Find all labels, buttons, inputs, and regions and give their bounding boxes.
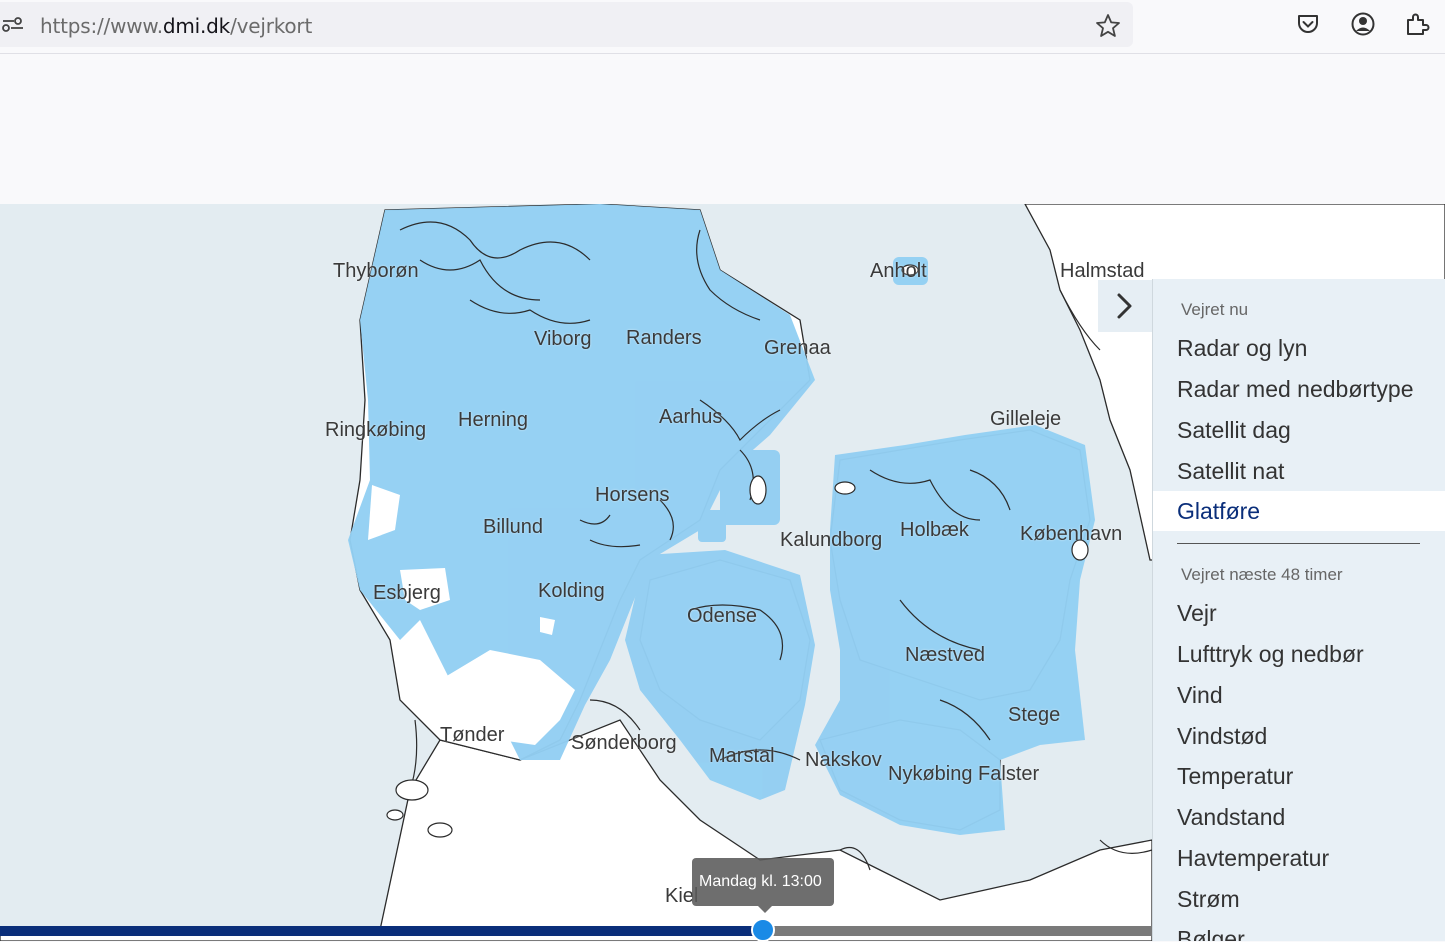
layer-menu-panel: Vejret nu Radar og lyn Radar med nedbørt…: [1152, 279, 1445, 941]
city-label: Grenaa: [764, 337, 831, 359]
bookmark-star-icon[interactable]: [1094, 12, 1122, 40]
account-icon[interactable]: [1350, 11, 1376, 37]
city-label: Marstal: [709, 745, 775, 767]
menu-item-vindstod[interactable]: Vindstød: [1153, 716, 1445, 756]
city-label: København: [1020, 523, 1123, 545]
timeline-progress: [0, 926, 763, 936]
city-label: Herning: [458, 409, 529, 431]
menu-item-havtemperatur[interactable]: Havtemperatur: [1153, 838, 1445, 878]
city-label: Billund: [483, 516, 544, 538]
section-label-next-48h: Vejret næste 48 timer: [1181, 565, 1343, 584]
menu-item-satellit-dag[interactable]: Satellit dag: [1153, 410, 1445, 450]
city-label: Aarhus: [659, 406, 723, 428]
url-bar[interactable]: https://www.dmi.dk/vejrkort: [0, 2, 1133, 47]
page-header-area: [0, 55, 1445, 204]
url-path: /vejrkort: [230, 14, 313, 38]
extensions-icon[interactable]: [1404, 11, 1430, 37]
url-text[interactable]: https://www.dmi.dk/vejrkort: [40, 14, 312, 38]
city-label: Nakskov: [805, 749, 882, 771]
pocket-icon[interactable]: [1295, 11, 1321, 37]
menu-item-glatfore[interactable]: Glatføre: [1153, 491, 1445, 531]
city-label: Anholt: [870, 260, 927, 282]
menu-item-vejr[interactable]: Vejr: [1153, 593, 1445, 633]
menu-item-vind[interactable]: Vind: [1153, 675, 1445, 715]
panel-toggle-button[interactable]: [1098, 280, 1152, 332]
city-label: Odense: [687, 605, 758, 627]
url-prefix: https://www.: [40, 14, 163, 38]
city-label: Holbæk: [900, 519, 969, 541]
url-host: dmi.dk: [162, 14, 231, 38]
city-label: Tønder: [440, 724, 505, 746]
menu-item-vandstand[interactable]: Vandstand: [1153, 797, 1445, 837]
menu-item-satellit-nat[interactable]: Satellit nat: [1153, 451, 1445, 491]
city-label: Stege: [1008, 704, 1061, 726]
city-label: Kolding: [538, 580, 605, 602]
menu-item-radar-og-lyn[interactable]: Radar og lyn: [1153, 328, 1445, 368]
menu-item-bolger[interactable]: Bølger: [1153, 919, 1445, 941]
browser-toolbar: https://www.dmi.dk/vejrkort: [0, 0, 1445, 54]
city-label: Ringkøbing: [325, 419, 427, 441]
city-label: Kalundborg: [780, 529, 883, 551]
city-label: Næstved: [905, 644, 986, 666]
menu-item-temperatur[interactable]: Temperatur: [1153, 756, 1445, 796]
city-label: Viborg: [534, 328, 592, 350]
menu-item-lufttryk-og-nedbor[interactable]: Lufttryk og nedbør: [1153, 634, 1445, 674]
menu-divider: [1177, 543, 1420, 544]
city-label: Esbjerg: [373, 582, 441, 604]
timeline-handle[interactable]: [751, 918, 775, 942]
city-label: Sønderborg: [571, 732, 677, 754]
city-label: Thyborøn: [333, 260, 419, 282]
city-label: Randers: [626, 327, 702, 349]
time-tooltip: Mandag kl. 13:00: [692, 858, 834, 913]
city-label: Gilleleje: [990, 408, 1062, 430]
section-label-now: Vejret nu: [1181, 300, 1249, 319]
city-label: Horsens: [595, 484, 670, 506]
page-info-icon[interactable]: [2, 15, 24, 35]
menu-item-radar-med-nedbortype[interactable]: Radar med nedbørtype: [1153, 369, 1445, 409]
menu-item-strom[interactable]: Strøm: [1153, 879, 1445, 919]
chevron-right-icon: [1114, 292, 1134, 325]
city-label: Nykøbing Falster: [888, 763, 1040, 785]
